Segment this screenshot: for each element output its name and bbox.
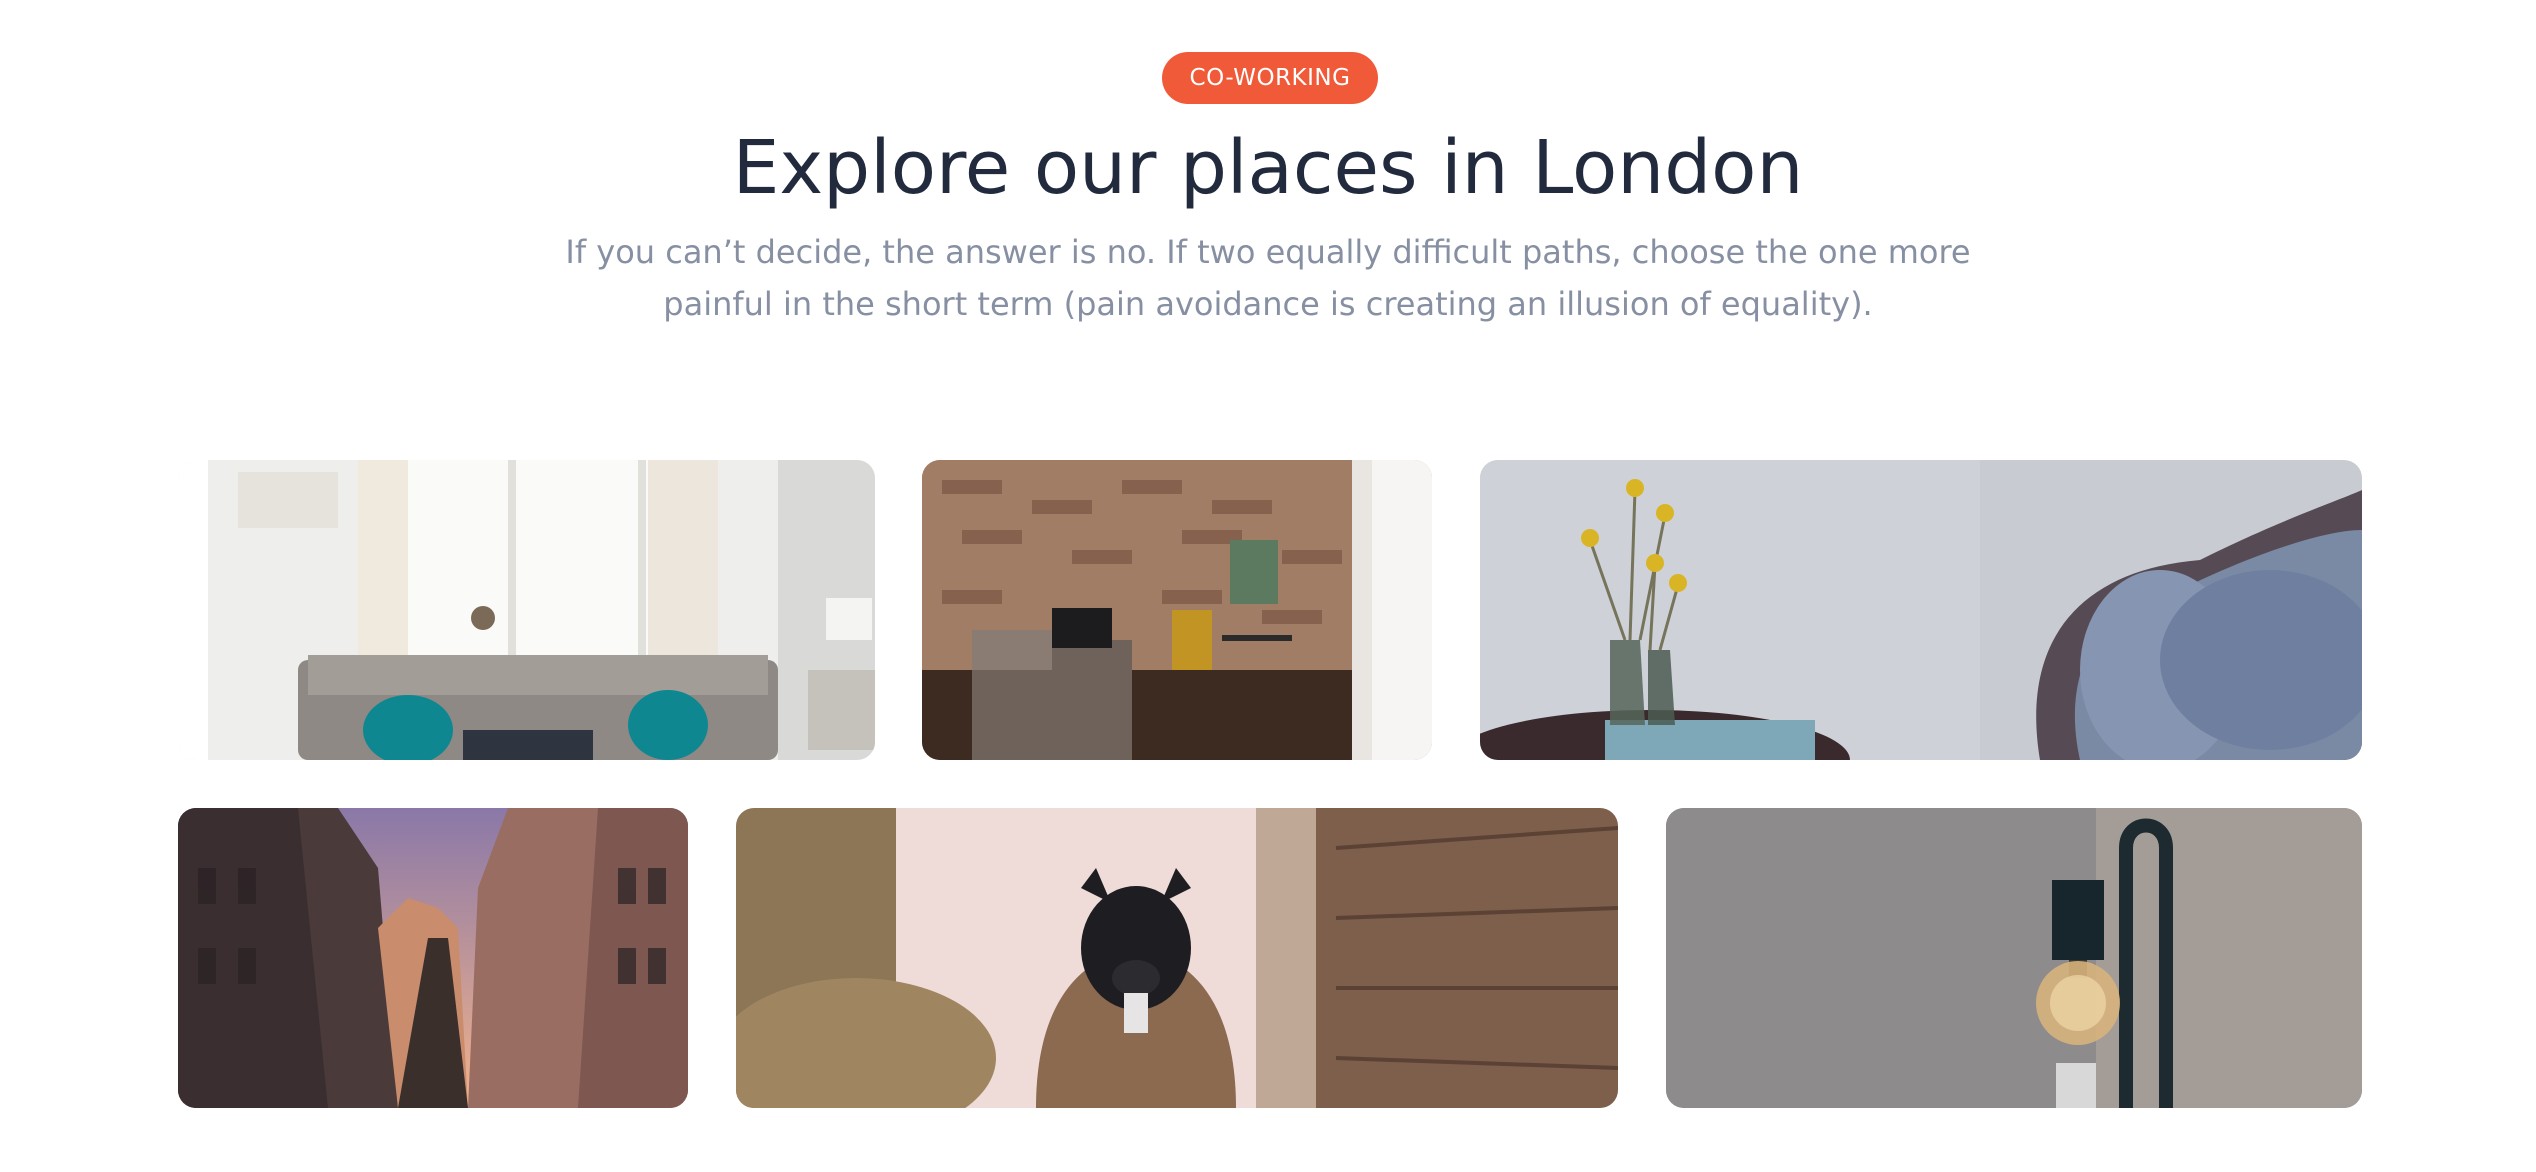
living-room-sofa-photo[interactable] — [178, 460, 875, 760]
category-badge: CO-WORKING — [1162, 52, 1378, 104]
section-description: If you can’t decide, the answer is no. I… — [565, 233, 1971, 323]
vase-flowers-armchair-photo[interactable] — [1480, 460, 2362, 760]
brick-wall-room-photo[interactable] — [922, 460, 1432, 760]
city-street-photo[interactable] — [178, 808, 688, 1108]
section-title: Explore our places in London — [732, 125, 1804, 211]
pendant-lamp-photo[interactable] — [1666, 808, 2362, 1108]
dog-in-jacket-photo[interactable] — [736, 808, 1618, 1108]
